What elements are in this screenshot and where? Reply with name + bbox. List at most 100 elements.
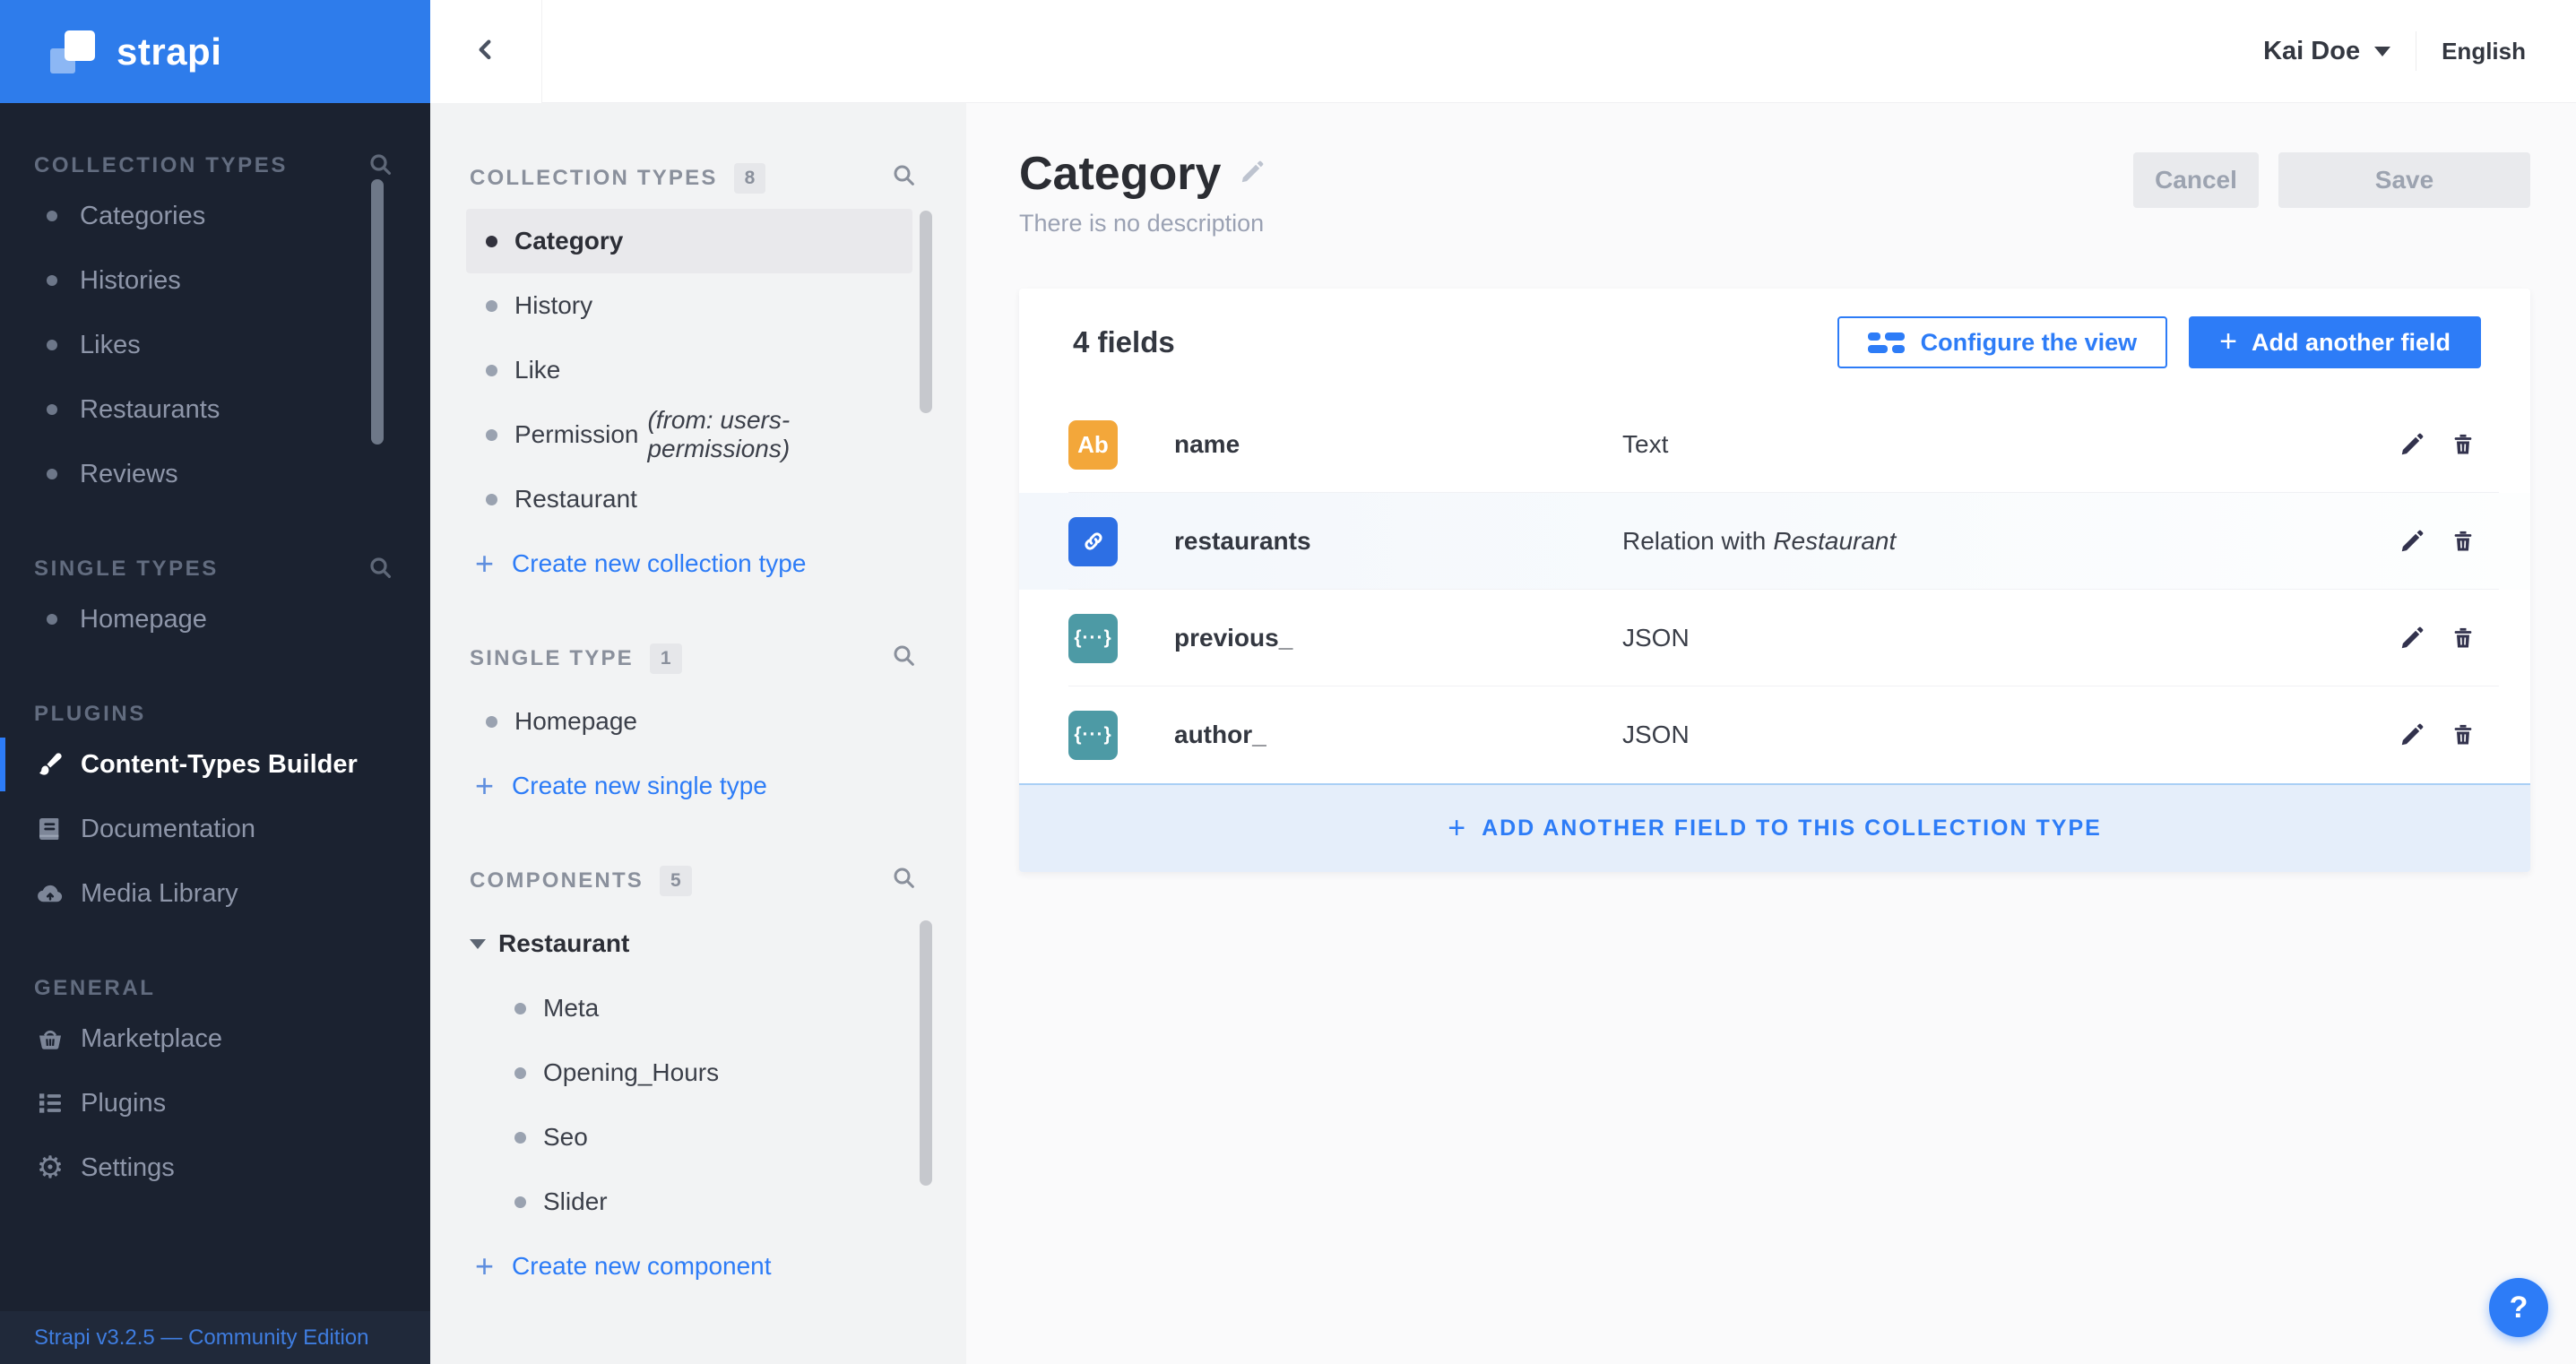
cloud-upload-icon (34, 877, 66, 910)
chevron-down-icon (2374, 46, 2391, 56)
sidebar-item-categories[interactable]: Categories (0, 184, 430, 248)
bullet-icon (47, 211, 57, 221)
sidebar-item-content-types-builder[interactable]: Content-Types Builder (0, 732, 430, 797)
edit-field-button[interactable] (2399, 625, 2425, 652)
subnav-item-seo[interactable]: Seo (466, 1105, 912, 1170)
fields-count: 4 fields (1073, 325, 1175, 358)
field-type: Text (1622, 430, 1669, 458)
sidebar-footer: Strapi v3.2.5 — Community Edition (0, 1311, 430, 1364)
page-title: Category (1019, 148, 1222, 200)
save-button[interactable]: Save (2278, 152, 2530, 208)
subnav-item-homepage[interactable]: Homepage (466, 689, 912, 754)
subnav-scrollbar-collection-types[interactable] (920, 211, 932, 413)
bullet-icon (47, 404, 57, 415)
text-field-icon: Ab (1068, 419, 1118, 470)
sidebar-item-restaurants[interactable]: Restaurants (0, 377, 430, 442)
delete-field-button[interactable] (2451, 431, 2476, 458)
sidebar-item-marketplace[interactable]: Marketplace (0, 1006, 430, 1071)
strapi-logo-text: strapi (117, 30, 222, 73)
subnav-item-category[interactable]: Category (466, 209, 912, 273)
search-icon[interactable] (367, 555, 394, 586)
sidebar-item-documentation[interactable]: Documentation (0, 797, 430, 861)
bullet-icon (514, 1131, 526, 1144)
plus-icon: + (1448, 810, 1466, 845)
bullet-icon (47, 469, 57, 479)
subnav-header-collection-types: COLLECTION TYPES 8 (430, 160, 966, 196)
sidebar-item-media-library[interactable]: Media Library (0, 861, 430, 926)
bullet-icon (486, 299, 497, 312)
bullet-icon (514, 1196, 526, 1208)
search-icon[interactable] (367, 151, 394, 183)
section-title: COLLECTION TYPES (34, 153, 288, 177)
basket-icon (34, 1023, 66, 1055)
user-menu[interactable]: Kai Doe (2263, 37, 2391, 66)
topbar-right: Kai Doe English (2263, 0, 2576, 102)
bullet-icon (47, 340, 57, 350)
subnav-header-single-type: SINGLE TYPE 1 (430, 641, 966, 677)
bullet-icon (514, 1066, 526, 1079)
edit-field-button[interactable] (2399, 721, 2425, 748)
subnav-item-meta[interactable]: Meta (466, 976, 912, 1040)
subnav-item-permission[interactable]: Permission (from: users-permissions) (466, 402, 912, 467)
subnav-scrollbar-components[interactable] (920, 920, 932, 1186)
field-row-restaurants: restaurants Relation with Restaurant (1019, 493, 2530, 590)
book-icon (34, 813, 66, 845)
fields-card: 4 fields Configure the view + Add anothe… (1019, 289, 2530, 872)
version-link[interactable]: Strapi v3.2.5 — Community Edition (34, 1325, 369, 1351)
field-row-author: {···} author_ JSON (1019, 686, 2530, 783)
search-icon[interactable] (891, 643, 918, 674)
subnav-item-slider[interactable]: Slider (466, 1170, 912, 1234)
sidebar-section-single-types: SINGLE TYPES Homepage (0, 551, 430, 652)
sidebar-scrollbar[interactable] (371, 179, 384, 445)
sidebar-section-collection-types: COLLECTION TYPES Categories Histories Li… (0, 148, 430, 506)
sidebar-item-histories[interactable]: Histories (0, 248, 430, 313)
delete-field-button[interactable] (2451, 625, 2476, 652)
bullet-icon (486, 715, 497, 728)
sidebar-item-likes[interactable]: Likes (0, 313, 430, 377)
component-group-restaurant[interactable]: Restaurant (466, 911, 912, 976)
section-title: SINGLE TYPES (34, 557, 219, 581)
sidebar-nav: COLLECTION TYPES Categories Histories Li… (0, 148, 430, 1200)
field-row-previous: {···} previous_ JSON (1019, 590, 2530, 686)
section-title: PLUGINS (34, 702, 146, 726)
add-field-footer-button[interactable]: + ADD ANOTHER FIELD TO THIS COLLECTION T… (1019, 783, 2530, 872)
sidebar-item-homepage[interactable]: Homepage (0, 587, 430, 652)
add-field-button[interactable]: + Add another field (2189, 316, 2481, 368)
bullet-icon (47, 275, 57, 286)
help-button[interactable]: ? (2489, 1278, 2548, 1337)
create-single-type-link[interactable]: + Create new single type (466, 754, 912, 818)
language-selector[interactable]: English (2442, 38, 2526, 65)
subnav-item-restaurant[interactable]: Restaurant (466, 467, 912, 531)
edit-title-icon[interactable] (1239, 159, 1266, 190)
subnav-item-history[interactable]: History (466, 273, 912, 338)
delete-field-button[interactable] (2451, 528, 2476, 555)
field-type: Relation with Restaurant (1622, 527, 1897, 555)
strapi-admin-app: strapi COLLECTION TYPES Categories Histo… (0, 0, 2576, 1364)
field-name: name (1174, 430, 1240, 458)
create-component-link[interactable]: + Create new component (466, 1234, 912, 1299)
sidebar-item-reviews[interactable]: Reviews (0, 442, 430, 506)
cancel-button[interactable]: Cancel (2133, 152, 2259, 208)
configure-view-button[interactable]: Configure the view (1837, 316, 2168, 368)
delete-field-button[interactable] (2451, 721, 2476, 748)
caret-down-icon (470, 938, 486, 949)
sidebar-item-settings[interactable]: ⚙ Settings (0, 1135, 430, 1200)
json-field-icon: {···} (1068, 710, 1118, 760)
create-collection-type-link[interactable]: + Create new collection type (466, 531, 912, 596)
subnav-item-opening-hours[interactable]: Opening_Hours (466, 1040, 912, 1105)
edit-field-button[interactable] (2399, 528, 2425, 555)
sidebar-item-plugins[interactable]: Plugins (0, 1071, 430, 1135)
subnav-item-like[interactable]: Like (466, 338, 912, 402)
edit-field-button[interactable] (2399, 431, 2425, 458)
plus-icon: + (475, 767, 495, 804)
back-button[interactable] (430, 0, 542, 103)
strapi-logo[interactable]: strapi (0, 0, 430, 103)
bullet-icon (486, 493, 497, 505)
bullet-icon (486, 428, 497, 441)
search-icon[interactable] (891, 162, 918, 194)
field-type: JSON (1622, 624, 1690, 652)
plus-icon: + (475, 1247, 495, 1284)
page-header: Category There is no description Cancel … (1019, 147, 2530, 237)
gear-icon: ⚙ (36, 1151, 65, 1185)
search-icon[interactable] (891, 865, 918, 896)
